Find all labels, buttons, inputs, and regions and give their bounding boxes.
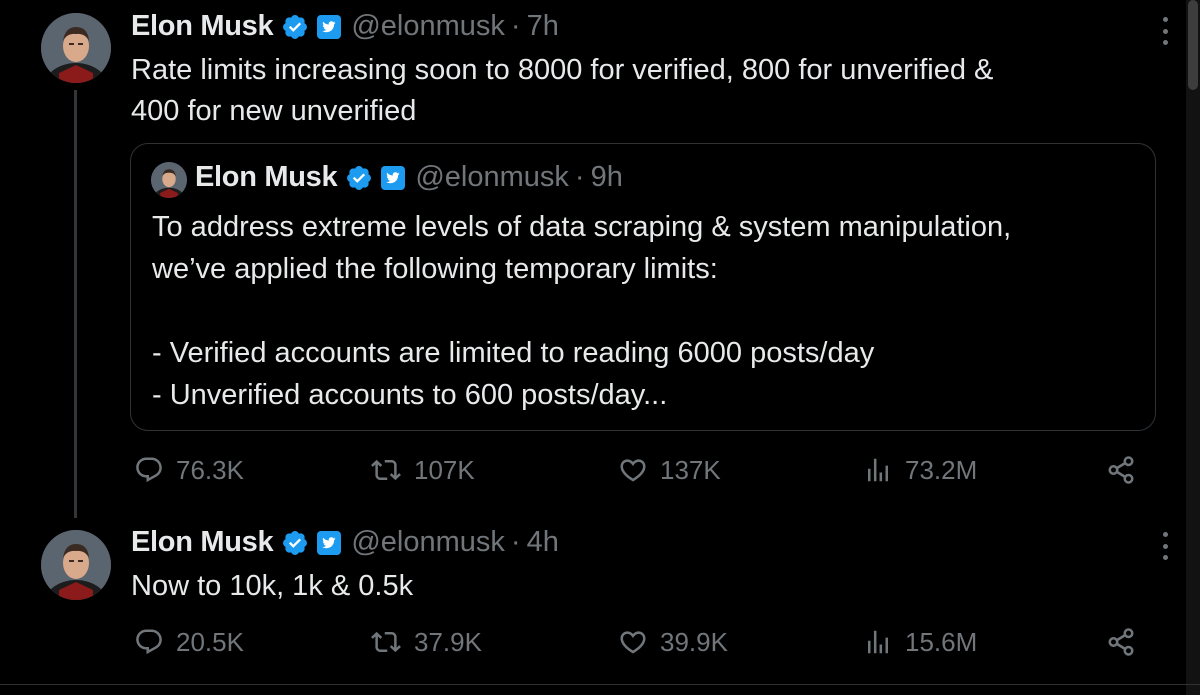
views-count: 73.2M <box>905 454 978 485</box>
timestamp[interactable]: 7h <box>527 10 559 43</box>
quoted-timestamp: 9h <box>590 161 623 193</box>
reply-count: 76.3K <box>176 454 244 485</box>
separator-dot: · <box>510 526 521 558</box>
reply-icon <box>136 457 162 483</box>
tweet-text: Now to 10k, 1k & 0.5k <box>131 570 414 602</box>
more-options-icon[interactable] <box>1153 17 1177 45</box>
separator-dot: · <box>510 10 521 42</box>
share-button[interactable] <box>1106 452 1148 488</box>
tweet-actions: 76.3K 107K 137K 73.2M <box>130 452 1140 488</box>
author-handle[interactable]: @elonmusk <box>351 10 505 43</box>
avatar[interactable] <box>41 530 111 600</box>
repost-icon <box>371 459 401 481</box>
views-icon <box>868 630 888 654</box>
timestamp[interactable]: 4h <box>527 526 559 559</box>
reply-icon <box>136 629 162 655</box>
twitter-affiliate-icon[interactable] <box>317 14 342 39</box>
tweet-1[interactable]: Elon Musk @elonmusk · 7h Rate limits inc… <box>0 0 1200 500</box>
like-count: 137K <box>660 454 721 485</box>
verified-badge-icon <box>281 13 309 41</box>
views-button[interactable]: 15.6M <box>863 624 977 660</box>
like-button[interactable]: 137K <box>618 452 721 488</box>
views-icon <box>868 458 888 482</box>
tweet-2[interactable]: Elon Musk @elonmusk · 4h Now to 10k, 1k … <box>0 520 1200 684</box>
share-icon <box>1108 628 1134 656</box>
share-icon <box>1108 456 1134 484</box>
tweet-header: Elon Musk @elonmusk · 4h <box>131 526 559 559</box>
repost-icon <box>371 631 401 653</box>
repost-count: 37.9K <box>414 626 482 657</box>
views-count: 15.6M <box>905 626 978 657</box>
tweet-text: Rate limits increasing soon to 8000 for … <box>131 54 994 127</box>
quoted-tweet-text: To address extreme levels of data scrapi… <box>152 211 1012 411</box>
repost-count: 107K <box>414 454 475 485</box>
views-button[interactable]: 73.2M <box>863 452 977 488</box>
quoted-tweet-card[interactable]: Elon Musk @elonmusk · 9h To address extr… <box>130 143 1156 431</box>
twitter-affiliate-icon[interactable] <box>317 530 342 555</box>
verified-badge-icon <box>345 164 373 192</box>
reply-button[interactable]: 76.3K <box>134 452 244 488</box>
author-handle[interactable]: @elonmusk <box>351 526 505 559</box>
avatar[interactable] <box>41 13 111 83</box>
like-count: 39.9K <box>660 626 728 657</box>
tweet-actions: 20.5K 37.9K 39.9K 15.6M <box>130 624 1140 660</box>
reply-button[interactable]: 20.5K <box>134 624 244 660</box>
tweet-header: Elon Musk @elonmusk · 7h <box>131 10 559 43</box>
share-button[interactable] <box>1106 624 1148 660</box>
quoted-tweet-header: Elon Musk @elonmusk · 9h <box>195 161 623 194</box>
reply-count: 20.5K <box>176 626 244 657</box>
quoted-avatar <box>151 162 187 198</box>
author-name[interactable]: Elon Musk <box>131 526 274 559</box>
repost-button[interactable]: 37.9K <box>370 624 482 660</box>
repost-button[interactable]: 107K <box>370 452 475 488</box>
verified-badge-icon <box>281 529 309 557</box>
separator-dot: · <box>574 161 585 193</box>
quoted-author-handle: @elonmusk <box>415 161 569 193</box>
like-button[interactable]: 39.9K <box>618 624 728 660</box>
quoted-author-name: Elon Musk <box>195 161 338 193</box>
twitter-affiliate-icon <box>381 165 406 190</box>
divider <box>0 684 1200 685</box>
heart-icon <box>620 459 646 482</box>
heart-icon <box>620 631 646 654</box>
more-options-icon[interactable] <box>1153 532 1177 560</box>
author-name[interactable]: Elon Musk <box>131 10 274 43</box>
